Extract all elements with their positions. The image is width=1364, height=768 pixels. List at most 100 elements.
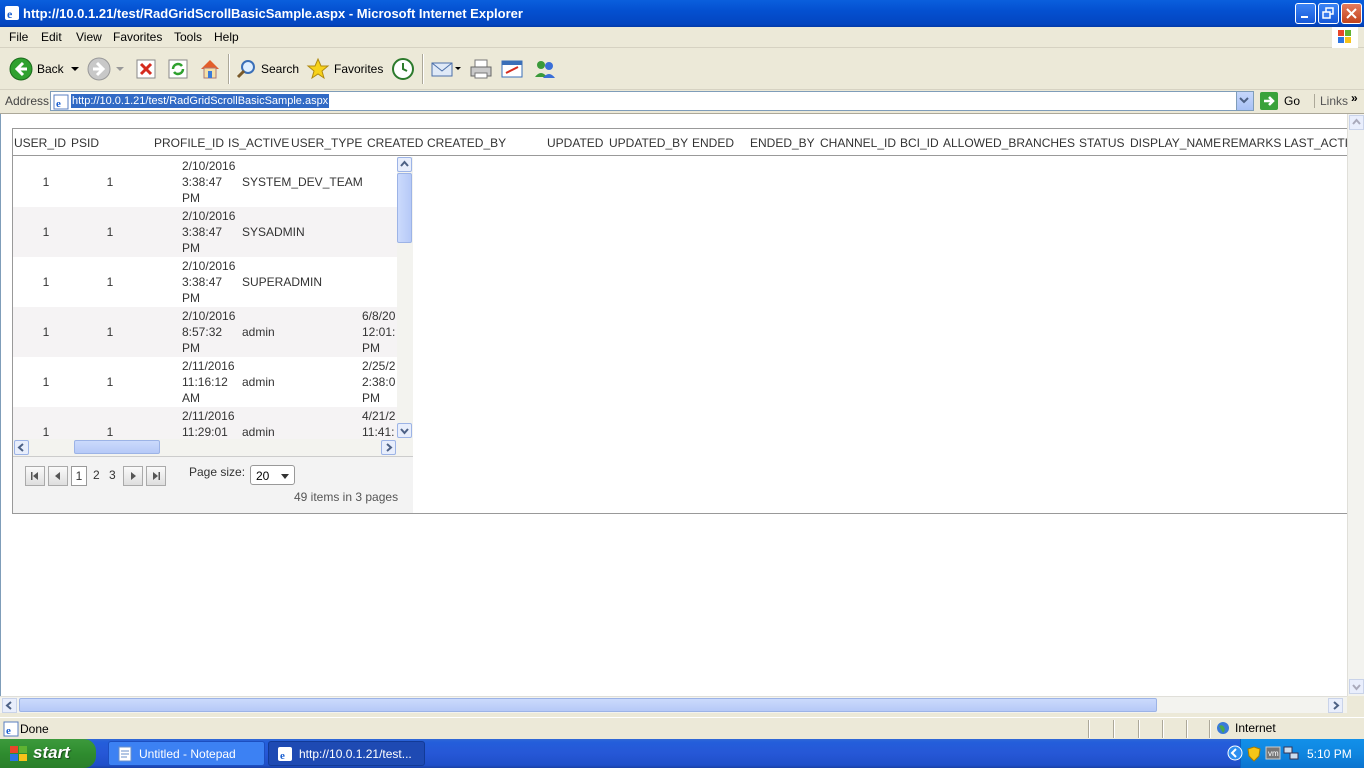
scroll-left-button[interactable] bbox=[2, 698, 17, 713]
page-size-select[interactable]: 20 bbox=[250, 465, 295, 485]
scroll-thumb[interactable] bbox=[19, 698, 1157, 712]
home-button[interactable] bbox=[198, 55, 222, 83]
page-size-value: 20 bbox=[256, 469, 270, 483]
go-button[interactable]: Go bbox=[1260, 92, 1300, 110]
column-header[interactable]: USER_TYPE bbox=[291, 136, 362, 150]
menu-tools[interactable]: Tools bbox=[174, 30, 202, 44]
chevron-left-icon[interactable] bbox=[1227, 745, 1243, 761]
scroll-down-button[interactable] bbox=[1349, 679, 1364, 694]
table-row[interactable]: 1 1 2/10/2016 3:38:47 PM SYSADMIN bbox=[13, 207, 397, 257]
page-link[interactable]: 3 bbox=[109, 468, 116, 482]
column-header[interactable]: CHANNEL_ID bbox=[820, 136, 896, 150]
first-page-button[interactable] bbox=[25, 466, 45, 486]
svg-text:e: e bbox=[6, 725, 11, 737]
page-vertical-scrollbar[interactable] bbox=[1347, 114, 1364, 696]
scroll-right-button[interactable] bbox=[381, 440, 396, 455]
last-page-button[interactable] bbox=[146, 466, 166, 486]
links-button[interactable]: Links bbox=[1314, 94, 1348, 108]
column-header[interactable]: UPDATED bbox=[547, 136, 603, 150]
close-button[interactable] bbox=[1341, 3, 1362, 24]
minimize-button[interactable] bbox=[1295, 3, 1316, 24]
back-button[interactable]: Back bbox=[9, 55, 82, 83]
clock: 5:10 PM bbox=[1307, 747, 1352, 761]
chevron-right-icon[interactable]: » bbox=[1351, 91, 1358, 105]
table-row[interactable]: 1 1 2/11/2016 11:29:01 admin 4/21/2 11:4… bbox=[13, 407, 397, 439]
column-header[interactable]: PSID bbox=[71, 136, 99, 150]
prev-page-button[interactable] bbox=[48, 466, 68, 486]
start-button[interactable]: start bbox=[0, 739, 96, 768]
print-button[interactable] bbox=[469, 55, 493, 83]
grid-pager: 1 2 3 Page size: 20 49 items in 3 pages bbox=[13, 456, 413, 513]
history-button[interactable] bbox=[391, 55, 415, 83]
menu-help[interactable]: Help bbox=[214, 30, 239, 44]
table-row[interactable]: 1 1 2/10/2016 8:57:32 PM admin 6/8/20 12… bbox=[13, 307, 397, 357]
column-header[interactable]: CREATED_BY bbox=[427, 136, 506, 150]
shield-icon[interactable] bbox=[1247, 746, 1261, 762]
search-label: Search bbox=[261, 62, 300, 76]
search-button[interactable]: Search bbox=[235, 55, 299, 83]
cell-psid: 1 bbox=[106, 375, 114, 389]
menu-view[interactable]: View bbox=[76, 30, 102, 44]
stop-icon bbox=[136, 59, 156, 79]
chevron-left-icon bbox=[5, 701, 12, 710]
mail-button[interactable] bbox=[430, 55, 462, 83]
next-page-button[interactable] bbox=[123, 466, 143, 486]
column-header[interactable]: ALLOWED_BRANCHES bbox=[943, 136, 1075, 150]
network-icon[interactable] bbox=[1283, 745, 1299, 761]
menu-file[interactable]: File bbox=[9, 30, 28, 44]
scroll-down-button[interactable] bbox=[397, 423, 412, 438]
scroll-right-button[interactable] bbox=[1328, 698, 1343, 713]
column-header[interactable]: STATUS bbox=[1079, 136, 1125, 150]
grid-vertical-scrollbar[interactable] bbox=[397, 157, 413, 439]
column-header[interactable]: PROFILE_ID bbox=[154, 136, 224, 150]
grid-horizontal-scrollbar[interactable] bbox=[13, 439, 413, 456]
status-text: Done bbox=[20, 722, 49, 736]
address-input[interactable]: e http://10.0.1.21/test/RadGridScrollBas… bbox=[50, 91, 1254, 111]
table-row[interactable]: 1 1 2/10/2016 3:38:47 PM SUPERADMIN bbox=[13, 257, 397, 307]
restore-button[interactable] bbox=[1318, 3, 1339, 24]
favorites-button[interactable]: Favorites bbox=[306, 55, 383, 83]
column-header[interactable]: ENDED bbox=[692, 136, 734, 150]
cell-created-time: 3:38:47 bbox=[182, 275, 223, 289]
scroll-up-button[interactable] bbox=[1349, 115, 1364, 130]
table-row[interactable]: 1 1 2/11/2016 11:16:12 AM admin 2/25/2 2… bbox=[13, 357, 397, 407]
stop-button[interactable] bbox=[135, 55, 157, 83]
messenger-button[interactable] bbox=[533, 55, 557, 83]
forward-button[interactable] bbox=[87, 55, 126, 83]
history-icon bbox=[392, 58, 414, 80]
cell-created-date: 2/10/2016 bbox=[182, 209, 236, 223]
column-header[interactable]: IS_ACTIVE bbox=[228, 136, 289, 150]
table-row[interactable]: 1 1 2/10/2016 3:38:47 PM SYSTEM_DEV_TEAM bbox=[13, 157, 397, 207]
menu-favorites[interactable]: Favorites bbox=[113, 30, 162, 44]
address-dropdown-button[interactable] bbox=[1236, 92, 1253, 110]
chevron-down-icon bbox=[400, 428, 409, 435]
chevron-left-icon bbox=[17, 443, 24, 452]
system-tray: vm 5:10 PM bbox=[1227, 739, 1364, 768]
column-header[interactable]: LAST_ACTI bbox=[1284, 136, 1347, 150]
column-header[interactable]: BCI_ID bbox=[900, 136, 939, 150]
go-label: Go bbox=[1284, 94, 1301, 108]
column-header[interactable]: ENDED_BY bbox=[750, 136, 815, 150]
page-link-current[interactable]: 1 bbox=[71, 466, 87, 486]
scroll-thumb[interactable] bbox=[74, 440, 160, 454]
scroll-thumb[interactable] bbox=[397, 173, 412, 243]
vmware-icon[interactable]: vm bbox=[1265, 745, 1281, 761]
task-label: http://10.0.1.21/test... bbox=[299, 746, 412, 761]
column-header[interactable]: CREATED bbox=[367, 136, 423, 150]
menu-edit[interactable]: Edit bbox=[41, 30, 62, 44]
scroll-up-button[interactable] bbox=[397, 157, 412, 172]
column-header[interactable]: USER_ID bbox=[14, 136, 66, 150]
scroll-left-button[interactable] bbox=[14, 440, 29, 455]
page-link[interactable]: 2 bbox=[93, 468, 100, 482]
windows-logo-icon bbox=[1332, 27, 1358, 48]
column-header[interactable]: REMARKS bbox=[1222, 136, 1281, 150]
svg-text:e: e bbox=[7, 7, 13, 21]
task-notepad[interactable]: Untitled - Notepad bbox=[108, 741, 265, 766]
column-header[interactable]: DISPLAY_NAME bbox=[1130, 136, 1221, 150]
column-header[interactable]: UPDATED_BY bbox=[609, 136, 688, 150]
page-horizontal-scrollbar[interactable] bbox=[0, 696, 1347, 713]
task-ie[interactable]: e http://10.0.1.21/test... bbox=[268, 741, 425, 766]
favorites-label: Favorites bbox=[334, 62, 384, 76]
refresh-button[interactable] bbox=[167, 55, 189, 83]
edit-button[interactable] bbox=[500, 55, 524, 83]
